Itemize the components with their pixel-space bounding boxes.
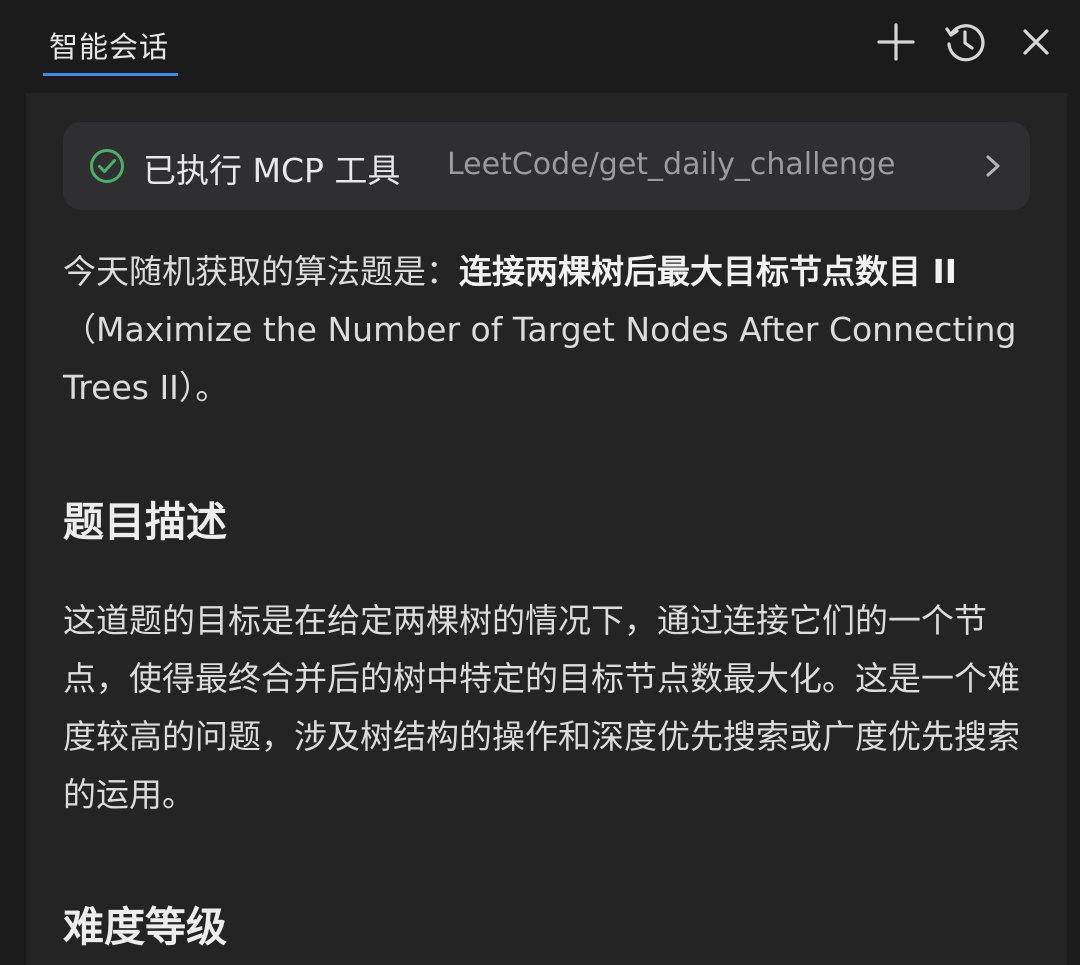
intro-prefix: 今天随机获取的算法题是： [63,252,459,291]
panel-header: 智能会话 [0,0,1080,93]
problem-title: 连接两棵树后最大目标节点数目 II [459,252,958,291]
description-paragraph: 这道题的目标是在给定两棵树的情况下，通过连接它们的一个节点，使得最终合并后的树中… [63,601,1020,814]
section-heading-difficulty: 难度等级 [63,903,227,951]
mcp-status-label: 已执行 MCP 工具 [143,151,401,190]
active-tab-indicator [43,73,178,76]
chevron-right-icon[interactable] [978,150,1008,182]
tab-label: 智能会话 [49,30,170,64]
section-heading-description: 题目描述 [63,498,227,546]
mcp-tool-name: LeetCode/get_daily_challenge [447,147,896,182]
add-icon[interactable] [872,18,920,66]
mcp-tool-call-card[interactable]: 已执行 MCP 工具 LeetCode/get_daily_challenge [63,122,1030,210]
intro-paragraph: 今天随机获取的算法题是：连接两棵树后最大目标节点数目 II （Maximize t… [63,243,1023,417]
close-icon[interactable] [1012,18,1060,66]
history-icon[interactable] [941,18,989,66]
tab-smart-chat[interactable]: 智能会话 [43,0,178,76]
problem-title-english: （Maximize the Number of Target Nodes Aft… [63,310,1017,407]
message-content: 今天随机获取的算法题是：连接两棵树后最大目标节点数目 II （Maximize t… [63,243,1023,957]
chat-panel: 已执行 MCP 工具 LeetCode/get_daily_challenge … [26,93,1067,965]
check-circle-icon [90,149,124,183]
